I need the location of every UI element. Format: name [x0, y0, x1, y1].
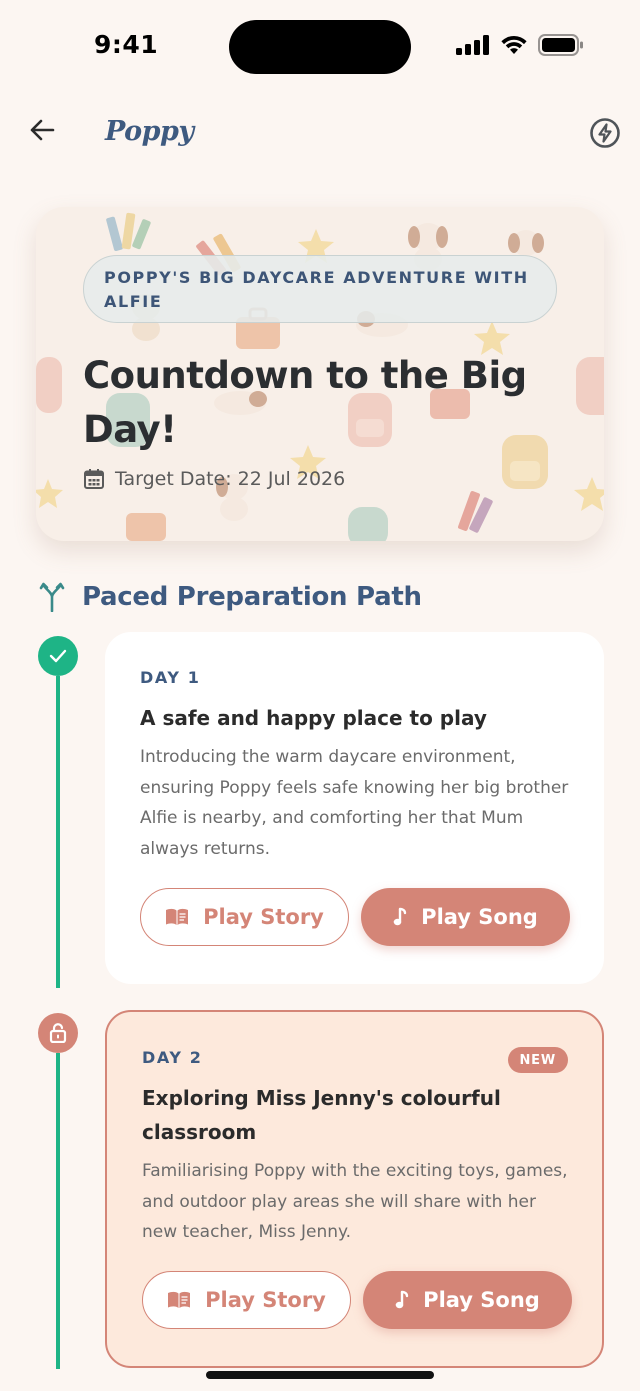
- section-header: Paced Preparation Path: [38, 582, 422, 612]
- book-icon: [168, 1291, 191, 1308]
- music-note-icon: [393, 907, 407, 926]
- back-button[interactable]: [24, 112, 60, 148]
- day-label: DAY 1: [140, 668, 201, 687]
- lightning-bolt-icon: [590, 118, 620, 148]
- dynamic-island: [229, 20, 411, 74]
- day-label: DAY 2: [142, 1048, 203, 1067]
- calendar-icon: [84, 469, 104, 489]
- back-arrow-icon: [30, 119, 55, 141]
- timeline-line: [56, 1053, 60, 1369]
- target-date-label: Target Date: 22 Jul 2026: [115, 468, 346, 490]
- section-title: Paced Preparation Path: [82, 582, 422, 612]
- new-badge: NEW: [507, 1047, 568, 1073]
- app-logo: Poppy: [105, 116, 194, 147]
- signal-icon: [456, 35, 489, 55]
- status-time: 9:41: [94, 30, 159, 59]
- day-description: Introducing the warm daycare environment…: [140, 747, 569, 859]
- unlocked-padlock-icon: [49, 1023, 67, 1043]
- quick-action-button[interactable]: [588, 116, 622, 150]
- play-story-label: Play Story: [203, 905, 324, 929]
- play-song-button[interactable]: Play Song: [363, 1271, 572, 1329]
- day-actions: Play Story Play Song: [140, 888, 570, 946]
- hero-card: POPPY'S BIG DAYCARE ADVENTURE WITH ALFIE…: [36, 207, 604, 541]
- play-song-button[interactable]: Play Song: [361, 888, 570, 946]
- adventure-tag: POPPY'S BIG DAYCARE ADVENTURE WITH ALFIE: [83, 255, 557, 323]
- play-story-button[interactable]: Play Story: [142, 1271, 351, 1329]
- play-song-label: Play Song: [423, 1288, 540, 1312]
- status-icons: [456, 34, 584, 56]
- locked-node: [38, 1013, 78, 1053]
- timeline-line: [56, 676, 60, 988]
- play-story-label: Play Story: [205, 1288, 326, 1312]
- hero-title: Countdown to the Big Day!: [83, 354, 527, 451]
- book-icon: [166, 908, 189, 925]
- music-note-icon: [395, 1290, 409, 1309]
- play-song-label: Play Song: [421, 905, 538, 929]
- completed-node: [38, 636, 78, 676]
- home-indicator[interactable]: [206, 1371, 434, 1379]
- play-story-button[interactable]: Play Story: [140, 888, 349, 946]
- target-date: Target Date: 22 Jul 2026: [83, 468, 345, 490]
- adventure-tag-label: POPPY'S BIG DAYCARE ADVENTURE WITH ALFIE: [104, 268, 529, 311]
- path-split-icon: [39, 582, 65, 612]
- day-card: DAY 1 A safe and happy place to play Int…: [105, 632, 604, 984]
- day-title: A safe and happy place to play: [140, 706, 487, 730]
- wifi-icon: [501, 35, 527, 54]
- day-description: Familiarising Poppy with the exciting to…: [142, 1161, 568, 1242]
- day-card-highlighted: DAY 2 NEW Exploring Miss Jenny's colourf…: [105, 1010, 604, 1368]
- checkmark-icon: [49, 649, 67, 663]
- status-bar: 9:41: [0, 0, 640, 95]
- day-title: Exploring Miss Jenny's colourful classro…: [142, 1086, 501, 1144]
- battery-icon: [538, 34, 583, 56]
- day-actions: Play Story Play Song: [142, 1271, 572, 1329]
